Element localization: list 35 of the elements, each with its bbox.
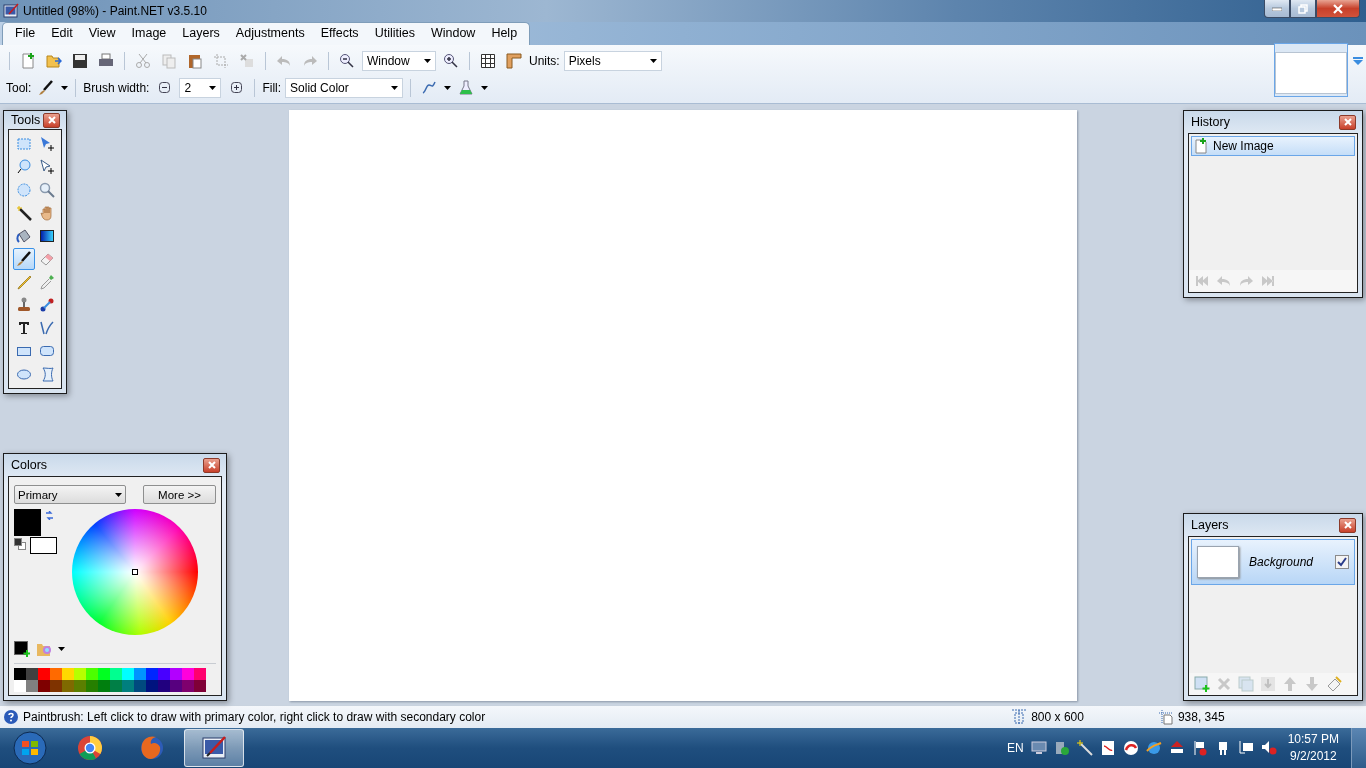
menu-item[interactable]: Window — [422, 22, 484, 45]
clock-date: 9/2/2012 — [1289, 748, 1337, 765]
panel-title: Layers — [1191, 518, 1229, 532]
zoom-dropdown[interactable]: Window — [362, 50, 436, 71]
more-button[interactable]: More >> — [143, 485, 216, 504]
brush-width-field[interactable]: 2 — [179, 77, 222, 98]
panel-title: Colors — [11, 458, 48, 472]
history-item[interactable]: New Image — [1191, 136, 1355, 156]
menu-item[interactable]: File — [7, 22, 44, 45]
language-indicator[interactable]: EN — [1006, 741, 1024, 755]
fill-dropdown[interactable]: Solid Color — [285, 77, 404, 98]
menu-item[interactable]: View — [80, 22, 124, 45]
clock[interactable]: 10:57 PM 9/2/2012 — [1287, 731, 1339, 765]
image-size: 800 x 600 — [1031, 710, 1084, 724]
layer-name: Background — [1249, 555, 1315, 569]
panel-title: Tools — [11, 113, 41, 127]
color-mode-dropdown[interactable]: Primary — [14, 485, 126, 504]
menu-item[interactable]: Adjustments — [227, 22, 313, 45]
menu-item[interactable]: Edit — [43, 22, 81, 45]
menu-item[interactable]: Utilities — [366, 22, 423, 45]
brush-width-label: Brush width: — [83, 80, 150, 95]
menu-item[interactable]: Layers — [174, 22, 228, 45]
menu-item[interactable]: Effects — [312, 22, 367, 45]
menu-item[interactable]: Image — [123, 22, 175, 45]
tool-label: Tool: — [6, 80, 32, 95]
clock-time: 10:57 PM — [1287, 731, 1339, 748]
menu-item[interactable]: Help — [483, 22, 526, 45]
fill-label: Fill: — [262, 80, 282, 95]
units-label: Units: — [529, 53, 560, 68]
layer-row[interactable]: Background — [1191, 539, 1355, 585]
window-title: Untitled (98%) - Paint.NET v3.5.10 — [23, 4, 207, 18]
units-dropdown[interactable]: Pixels — [563, 50, 662, 71]
cursor-position: 938, 345 — [1177, 710, 1225, 724]
status-hint: Paintbrush: Left click to draw with primary color, right click to draw with secondary color — [23, 710, 486, 724]
panel-title: History — [1191, 115, 1230, 129]
